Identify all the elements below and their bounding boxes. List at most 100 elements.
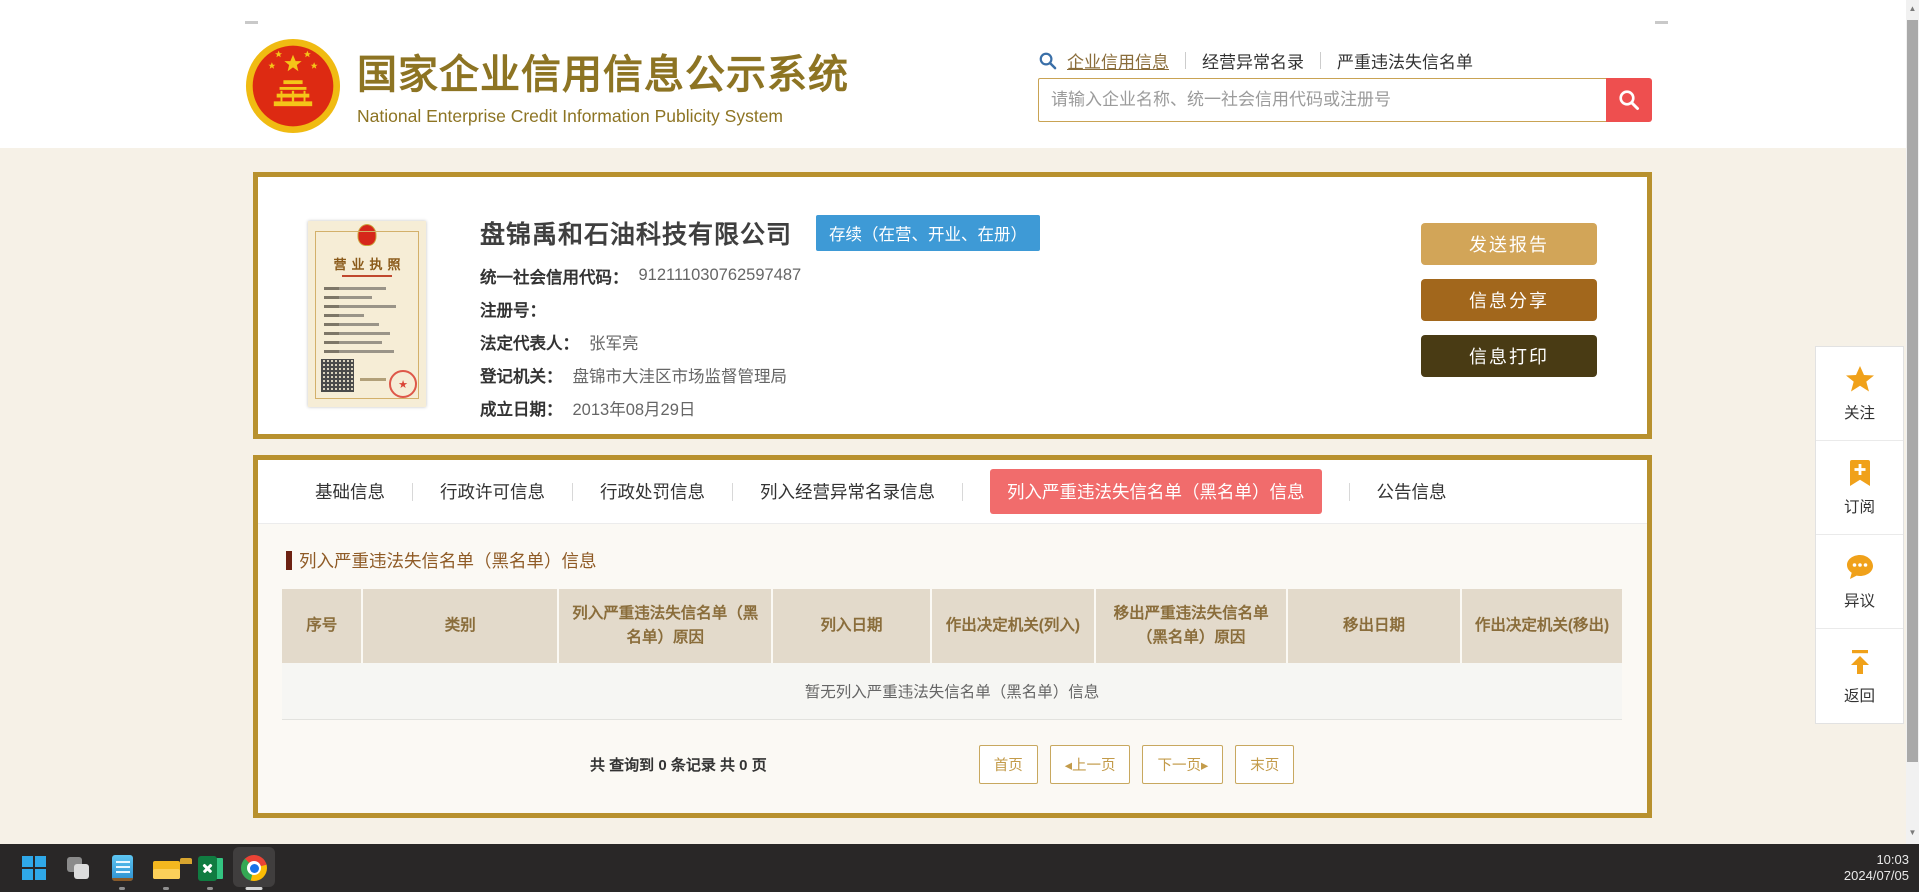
side-item-label: 订阅: [1843, 499, 1875, 516]
field-legal-representative: 法定代表人： 张军亮: [480, 334, 639, 353]
follow-button[interactable]: 关注: [1816, 347, 1903, 441]
divider: [732, 482, 733, 501]
back-to-top-icon: [1845, 647, 1875, 677]
pagination: 共 查询到 0 条记录 共 0 页 首页 ◂上一页 下一页▸ 末页: [282, 745, 1623, 785]
col-removal-date: 移出日期: [1285, 589, 1462, 664]
windows-taskbar: 10:03 2024/07/05: [0, 844, 1919, 892]
search-icon: [1619, 90, 1639, 110]
scroll-down-arrow[interactable]: ▼: [1906, 828, 1919, 838]
excel-icon: [197, 855, 223, 881]
start-button[interactable]: [12, 844, 56, 892]
chat-dots-icon: [1845, 552, 1875, 582]
subscribe-button[interactable]: 订阅: [1816, 441, 1903, 535]
prev-page-button[interactable]: ◂上一页: [1049, 745, 1131, 785]
taskbar-clock[interactable]: 10:03 2024/07/05: [1844, 852, 1909, 884]
star-icon: [1845, 364, 1875, 394]
task-view-icon: [66, 856, 90, 880]
clock-date: 2024/07/05: [1843, 868, 1909, 883]
divider: [412, 482, 413, 501]
print-info-button[interactable]: 信息打印: [1421, 335, 1597, 377]
license-stamp-line: [360, 378, 386, 381]
table-header-row: 序号 类别 列入严重违法失信名单（黑名单）原因 列入日期 作出决定机关(列入) …: [282, 589, 1622, 664]
nav-abnormal-operations[interactable]: 经营异常名录: [1202, 48, 1304, 73]
search-input[interactable]: [1038, 78, 1606, 122]
col-inclusion-reason: 列入严重违法失信名单（黑名单）原因: [557, 589, 773, 664]
tab-bar: 基础信息 行政许可信息 行政处罚信息 列入经营异常名录信息 列入严重违法失信名单…: [258, 460, 1647, 524]
tab-blacklist[interactable]: 列入严重违法失信名单（黑名单）信息: [990, 469, 1322, 514]
empty-message: 暂无列入严重违法失信名单（黑名单）信息: [282, 663, 1622, 721]
license-title: 营业执照: [333, 257, 406, 272]
dispute-button[interactable]: 异议: [1816, 535, 1903, 629]
site-header: 国家企业信用信息公示系统 National Enterprise Credit …: [0, 0, 1919, 148]
notepad-icon: [111, 855, 133, 881]
send-report-button[interactable]: 发送报告: [1421, 223, 1597, 265]
nav-serious-violations[interactable]: 严重违法失信名单: [1337, 48, 1473, 73]
side-item-label: 异议: [1843, 593, 1875, 610]
company-summary-card: 营业执照 ★ 盘锦禹和石油科技有限公司 存续（在营、开业、在册） 统一社会信用代…: [253, 172, 1652, 439]
search-button[interactable]: [1606, 78, 1652, 122]
col-inclusion-authority: 作出决定机关(列入): [929, 589, 1096, 664]
company-actions: 发送报告 信息分享 信息打印: [1421, 223, 1597, 377]
task-view-button[interactable]: [56, 844, 100, 892]
back-to-top-button[interactable]: 返回: [1816, 629, 1903, 723]
table-empty-row: 暂无列入严重违法失信名单（黑名单）信息: [282, 663, 1622, 721]
search-type-nav: 企业信用信息 经营异常名录 严重违法失信名单: [1038, 48, 1473, 73]
business-license-image: 营业执照 ★: [308, 221, 426, 407]
tab-content: 列入严重违法失信名单（黑名单）信息 序号 类别 列入严重违法失信名单（黑名单）原…: [258, 524, 1647, 813]
chrome-taskbar-button[interactable]: [232, 844, 276, 892]
next-page-button[interactable]: 下一页▸: [1142, 745, 1224, 785]
field-credit-code: 统一社会信用代码： 912111030762597487: [480, 266, 802, 287]
site-title: 国家企业信用信息公示系统: [357, 53, 849, 97]
tab-announcements[interactable]: 公告信息: [1377, 479, 1447, 504]
company-name: 盘锦禹和石油科技有限公司: [480, 221, 793, 249]
file-explorer-taskbar-button[interactable]: [144, 844, 192, 892]
page-background: 营业执照 ★ 盘锦禹和石油科技有限公司 存续（在营、开业、在册） 统一社会信用代…: [0, 148, 1919, 844]
first-page-button[interactable]: 首页: [978, 745, 1038, 785]
side-item-label: 返回: [1843, 687, 1875, 705]
last-page-button[interactable]: 末页: [1235, 745, 1295, 785]
license-qr-code: [321, 359, 354, 392]
col-removal-reason: 移出严重违法失信名单（黑名单）原因: [1094, 589, 1287, 664]
site-subtitle: National Enterprise Credit Information P…: [357, 106, 784, 126]
excel-taskbar-button[interactable]: [188, 844, 232, 892]
detail-card: 基础信息 行政许可信息 行政处罚信息 列入经营异常名录信息 列入严重违法失信名单…: [253, 455, 1652, 818]
running-indicator: [207, 887, 213, 890]
status-badge: 存续（在营、开业、在册）: [816, 215, 1041, 251]
running-indicator: [163, 887, 169, 890]
floating-side-toolbar: 关注 订阅 异议 返回: [1815, 346, 1904, 724]
search-icon: [1038, 51, 1057, 70]
windows-logo-icon: [22, 856, 46, 880]
field-registration-no: 注册号：: [480, 301, 546, 320]
record-count-summary: 共 查询到 0 条记录 共 0 页: [590, 757, 767, 775]
notepad-taskbar-button[interactable]: [100, 844, 144, 892]
tab-administrative-penalty[interactable]: 行政处罚信息: [600, 479, 705, 504]
col-category: 类别: [361, 589, 559, 664]
nav-enterprise-credit[interactable]: 企业信用信息: [1067, 48, 1169, 73]
col-removal-authority: 作出决定机关(移出): [1460, 589, 1622, 664]
chrome-icon: [241, 855, 267, 881]
divider: [962, 482, 963, 501]
divider: [1348, 482, 1350, 501]
divider: [572, 482, 573, 501]
divider: [1185, 52, 1186, 69]
share-info-button[interactable]: 信息分享: [1421, 279, 1597, 321]
bookmark-plus-icon: [1845, 458, 1875, 488]
blacklist-table: 序号 类别 列入严重违法失信名单（黑名单）原因 列入日期 作出决定机关(列入) …: [282, 589, 1622, 721]
tab-administrative-licensing[interactable]: 行政许可信息: [440, 479, 545, 504]
clock-time: 10:03: [1876, 852, 1909, 867]
tab-abnormal-operations[interactable]: 列入经营异常名录信息: [760, 479, 935, 504]
divider: [1320, 52, 1321, 69]
scroll-up-arrow[interactable]: ▲: [1906, 4, 1919, 14]
company-fields: 统一社会信用代码： 912111030762597487 注册号： 法定代表人：…: [480, 259, 801, 424]
vertical-scrollbar[interactable]: ▲ ▼: [1906, 0, 1919, 844]
folder-icon: [152, 857, 192, 879]
scrollbar-thumb[interactable]: [1907, 20, 1918, 762]
active-running-indicator: [245, 887, 263, 890]
search-bar: [1038, 78, 1652, 122]
national-emblem-icon: [245, 38, 341, 134]
section-title: 列入严重违法失信名单（黑名单）信息: [286, 548, 1647, 573]
artifact-dash: [245, 21, 258, 24]
running-indicator: [119, 887, 125, 890]
field-registration-authority: 登记机关： 盘锦市大洼区市场监督管理局: [480, 367, 787, 386]
tab-basic-info[interactable]: 基础信息: [315, 479, 385, 504]
